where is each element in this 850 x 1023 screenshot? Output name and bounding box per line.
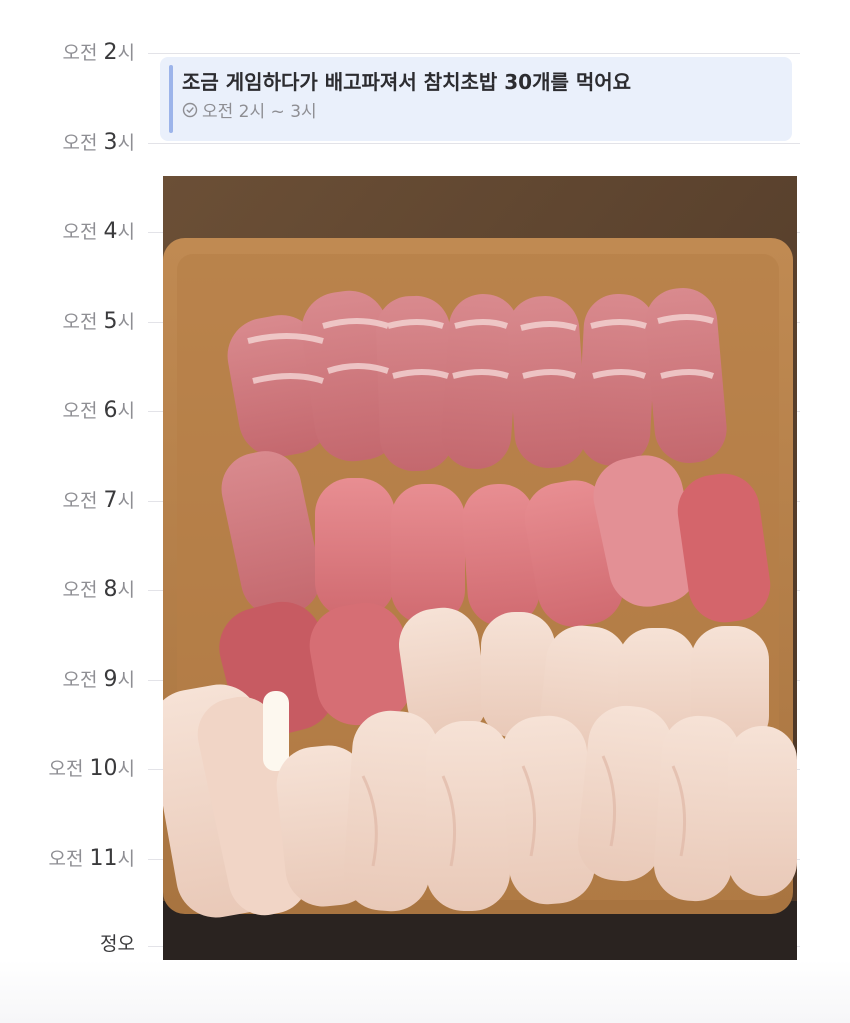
sushi-photo[interactable] (163, 176, 797, 960)
sushi-photo-image (163, 176, 797, 960)
event-block[interactable]: 조금 게임하다가 배고파져서 참치초밥 30개를 먹어요 오전 2시 ~ 3시 (160, 57, 792, 141)
event-color-bar (169, 65, 173, 133)
hour-line-3 (148, 143, 800, 144)
event-time: 오전 2시 ~ 3시 (182, 97, 317, 122)
hour-label-4: 오전 4시 (62, 219, 136, 244)
bottom-fade (0, 960, 850, 1023)
hour-label-7: 오전 7시 (62, 488, 136, 513)
event-title: 조금 게임하다가 배고파져서 참치초밥 30개를 먹어요 (182, 70, 632, 94)
hour-label-noon: 정오 (100, 933, 135, 955)
hour-label-5: 오전 5시 (62, 309, 136, 334)
hour-label-6: 오전 6시 (62, 398, 136, 423)
hour-label-3: 오전 3시 (62, 130, 136, 155)
clock-icon (182, 102, 198, 117)
hour-label-8: 오전 8시 (62, 577, 136, 602)
hour-label-11: 오전 11시 (48, 846, 136, 871)
event-time-text: 오전 2시 ~ 3시 (202, 102, 317, 122)
hour-label-9: 오전 9시 (62, 667, 136, 692)
hour-line-2 (148, 53, 800, 54)
hour-label-2: 오전 2시 (62, 40, 136, 65)
hour-label-10: 오전 10시 (48, 756, 136, 781)
